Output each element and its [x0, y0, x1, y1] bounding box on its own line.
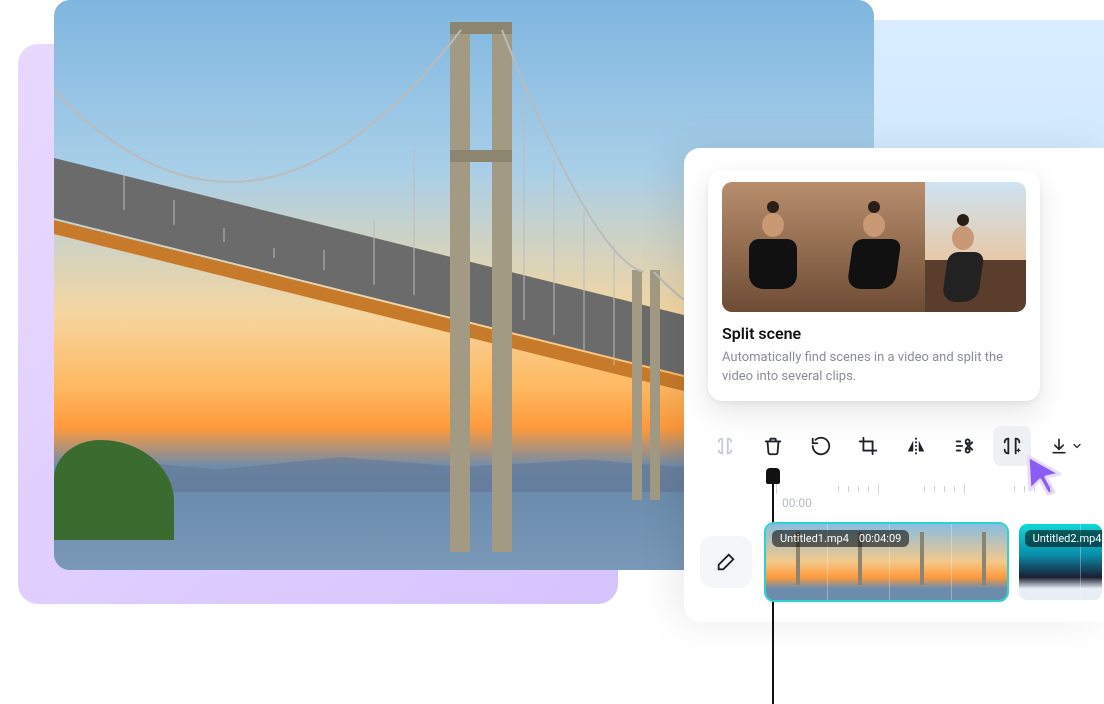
- clips-track[interactable]: Untitled1.mp4 00:04:09 Untitled2.mp4: [764, 522, 1104, 602]
- clip-item[interactable]: Untitled1.mp4 00:04:09: [764, 522, 1009, 602]
- flip-button[interactable]: [897, 426, 935, 466]
- timeline[interactable]: 00:00: [684, 478, 1104, 622]
- editor-panel: Split scene Automatically find scenes in…: [684, 148, 1104, 622]
- chevron-down-icon: [1071, 440, 1083, 452]
- clip-item[interactable]: Untitled2.mp4: [1017, 522, 1104, 602]
- clip-filename: Untitled2.mp4: [1033, 532, 1102, 545]
- rotate-button[interactable]: [802, 426, 840, 466]
- clip-label: Untitled1.mp4 00:04:09: [772, 530, 909, 547]
- timeline-ruler[interactable]: 00:00: [764, 478, 1104, 514]
- clip-duration: 00:04:09: [859, 532, 901, 545]
- ruler-time-label: 00:00: [782, 496, 812, 510]
- scissors-button[interactable]: [945, 426, 983, 466]
- clip-filename: Untitled1.mp4: [780, 532, 849, 545]
- split-scene-thumbnail: [722, 182, 1026, 312]
- crop-button[interactable]: [850, 426, 888, 466]
- split-button[interactable]: [706, 426, 744, 466]
- clip-label: Untitled2.mp4: [1025, 530, 1104, 547]
- edit-track-button[interactable]: [700, 536, 752, 588]
- split-scene-title: Split scene: [722, 324, 1026, 343]
- split-scene-card[interactable]: Split scene Automatically find scenes in…: [708, 170, 1040, 401]
- delete-button[interactable]: [754, 426, 792, 466]
- split-scene-description: Automatically find scenes in a video and…: [722, 349, 1026, 387]
